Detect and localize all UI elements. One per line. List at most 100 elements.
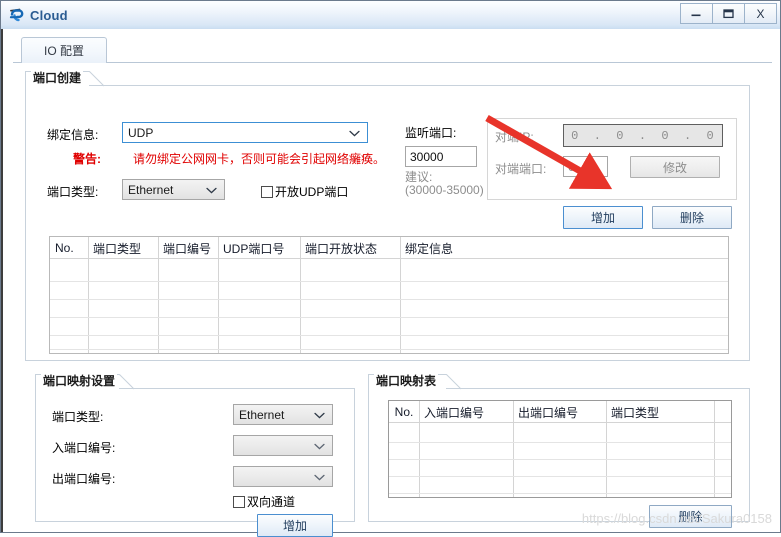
cloud-icon <box>7 6 25 24</box>
window-titlebar: Cloud X <box>1 1 780 30</box>
ip-dot-1: . <box>593 128 602 143</box>
chevron-down-icon <box>314 408 325 422</box>
open-udp-port-checkbox[interactable]: 开放UDP端口 <box>261 183 348 200</box>
maximize-button[interactable] <box>712 3 745 24</box>
grid-divider <box>606 401 607 497</box>
mapping-table-col-in: 入端口编号 <box>424 405 485 420</box>
add-port-button[interactable]: 增加 <box>563 206 643 229</box>
mapping-settings-title: 端口映射设置 <box>41 374 118 389</box>
minimize-button[interactable] <box>680 3 713 24</box>
grid-divider <box>419 401 420 497</box>
mapping-table-body: No. 入端口编号 出端口编号 端口类型 删除 <box>368 389 750 528</box>
grid-row-line <box>50 349 728 350</box>
binding-info-combobox[interactable]: UDP <box>122 122 368 143</box>
tab-strip: IO 配置 <box>13 37 772 63</box>
add-port-button-label: 增加 <box>590 211 615 225</box>
suggest-range: (30000-35000) <box>405 183 484 197</box>
peer-ip-input[interactable]: 0 . 0 . 0 . 0 <box>563 124 723 147</box>
modify-button[interactable]: 修改 <box>630 156 720 178</box>
delete-port-button[interactable]: 删除 <box>652 206 732 229</box>
peer-port-input[interactable]: 0 <box>563 156 608 177</box>
mapping-settings-group: 端口映射设置 端口类型: Ethernet 入端口编号: 出端口编号: 双向通道… <box>35 374 355 537</box>
tab-underline-mask <box>22 62 106 63</box>
mapping-table-col-no: No. <box>394 405 414 419</box>
chevron-down-icon <box>206 183 217 197</box>
mapping-port-type-label: 端口类型: <box>52 410 104 424</box>
port-table-col-binding: 绑定信息 <box>405 241 454 256</box>
modify-button-label: 修改 <box>662 160 687 175</box>
port-table[interactable]: No. 端口类型 端口编号 UDP端口号 端口开放状态 绑定信息 <box>49 236 729 354</box>
port-table-col-status: 端口开放状态 <box>305 241 378 256</box>
grid-row-line <box>389 476 731 477</box>
close-icon: X <box>756 6 765 21</box>
client-area: IO 配置 端口创建 绑定信息: UDP 警告: 请勿绑定公网网卡，否则可能会引… <box>1 29 780 537</box>
listen-port-input[interactable]: 30000 <box>405 146 477 167</box>
mapping-table[interactable]: No. 入端口编号 出端口编号 端口类型 <box>388 400 732 498</box>
mapping-add-button[interactable]: 增加 <box>257 514 333 537</box>
listen-port-label: 监听端口: <box>405 126 457 140</box>
tab-underline <box>13 62 772 63</box>
mapping-table-group: 端口映射表 No. 入端口编号 出端口编号 端口类型 删除 <box>368 374 750 528</box>
binding-info-label: 绑定信息: <box>47 128 99 142</box>
grid-row-line <box>389 442 731 443</box>
checkbox-box <box>233 495 245 508</box>
ip-dot-3: . <box>683 128 693 143</box>
peer-ip-octet-1: 0 <box>571 128 580 143</box>
mapping-table-title: 端口映射表 <box>374 374 439 389</box>
watermark-text: https://blog.csdn.net/Sakura0158 <box>581 511 772 526</box>
window-controls: X <box>680 3 777 24</box>
mapping-port-type-value: Ethernet <box>239 407 285 422</box>
tab-io-config-label: IO 配置 <box>43 44 84 58</box>
port-table-col-type: 端口类型 <box>93 241 142 256</box>
port-type-label: 端口类型: <box>47 185 99 199</box>
suggest-label: 建议: <box>405 170 433 184</box>
peer-ip-octet-3: 0 <box>661 128 670 143</box>
bidirectional-channel-label: 双向通道 <box>247 495 296 509</box>
port-create-tabhead-slant <box>89 71 105 87</box>
port-table-inner: No. 端口类型 端口编号 UDP端口号 端口开放状态 绑定信息 <box>50 237 728 353</box>
delete-port-button-label: 删除 <box>679 211 704 225</box>
mapping-add-button-label: 增加 <box>282 519 307 533</box>
bidirectional-channel-checkbox[interactable]: 双向通道 <box>233 493 295 510</box>
port-type-value: Ethernet <box>128 182 174 197</box>
peer-ip-octet-4: 0 <box>706 128 715 143</box>
port-create-body: 绑定信息: UDP 警告: 请勿绑定公网网卡，否则可能会引起网络癱痪。 端口类型… <box>25 86 750 361</box>
mapping-table-tabhead-slant <box>446 374 462 390</box>
grid-divider <box>513 401 514 497</box>
grid-row-line <box>389 493 731 494</box>
port-type-combobox[interactable]: Ethernet <box>122 179 225 200</box>
grid-row-line <box>50 281 728 282</box>
open-udp-port-label: 开放UDP端口 <box>275 185 349 199</box>
mapping-table-col-type: 端口类型 <box>611 405 660 420</box>
mapping-settings-body: 端口类型: Ethernet 入端口编号: 出端口编号: 双向通道 增加 <box>35 389 355 537</box>
checkbox-box <box>261 185 273 198</box>
window-title: Cloud <box>30 7 68 23</box>
out-port-number-label: 出端口编号: <box>52 472 116 486</box>
warning-label: 警告: <box>73 152 101 166</box>
out-port-number-combobox[interactable] <box>233 466 333 487</box>
close-button[interactable]: X <box>744 3 777 24</box>
listen-port-value: 30000 <box>410 149 444 164</box>
mapping-settings-tabhead-slant <box>119 374 135 390</box>
peer-port-label: 对端端口: <box>495 162 547 176</box>
port-table-header: No. 端口类型 端口编号 UDP端口号 端口开放状态 绑定信息 <box>50 237 728 259</box>
chevron-down-icon <box>314 470 325 484</box>
port-create-title: 端口创建 <box>31 71 84 86</box>
chevron-down-icon <box>349 126 360 140</box>
chevron-down-icon <box>314 439 325 453</box>
mapping-port-type-combobox[interactable]: Ethernet <box>233 404 333 425</box>
grid-row-line <box>50 335 728 336</box>
mapping-table-col-out: 出端口编号 <box>518 405 579 420</box>
binding-info-value: UDP <box>128 125 154 140</box>
peer-port-value: 0 <box>568 159 575 174</box>
peer-ip-label: 对端IP: <box>495 130 534 144</box>
port-table-col-udp: UDP端口号 <box>223 241 285 256</box>
in-port-number-label: 入端口编号: <box>52 441 116 455</box>
warning-text: 请勿绑定公网网卡，否则可能会引起网络癱痪。 <box>133 152 386 166</box>
tab-io-config[interactable]: IO 配置 <box>21 37 107 63</box>
grid-divider <box>714 401 715 497</box>
grid-row-line <box>50 299 728 300</box>
peer-ip-octet-2: 0 <box>616 128 625 143</box>
cloud-window: Cloud X IO 配置 端口创建 绑定信息: UDP 警告: 请勿绑定公网网… <box>0 0 781 537</box>
in-port-number-combobox[interactable] <box>233 435 333 456</box>
